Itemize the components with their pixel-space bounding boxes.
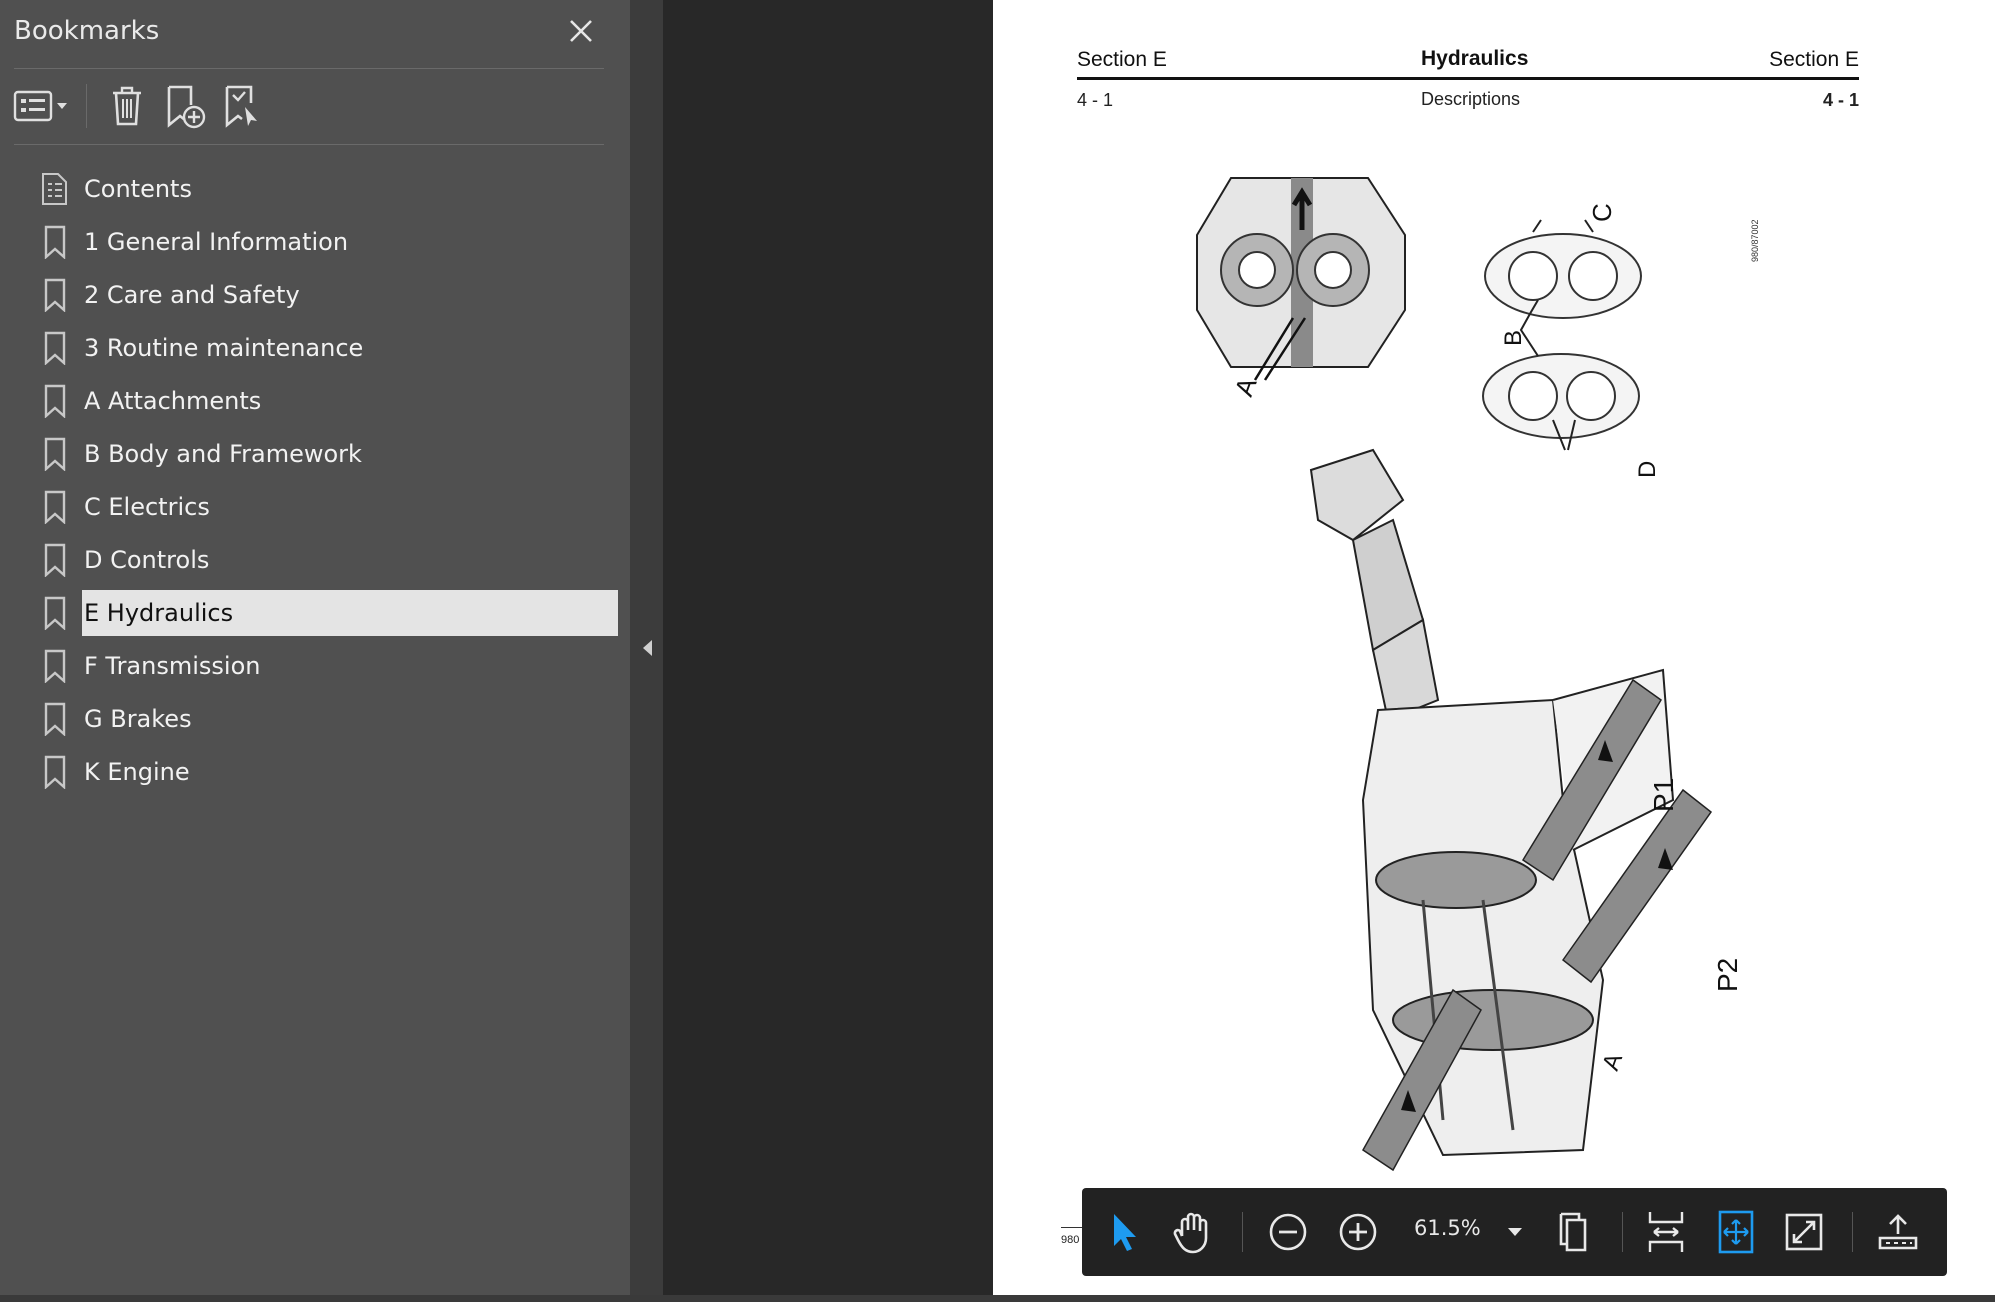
bookmark-item-care-and-safety[interactable]: 2 Care and Safety [0, 268, 630, 318]
bookmark-label: F Transmission [84, 652, 261, 680]
bookmarks-panel: Bookmarks Contents 1 General Information… [0, 0, 630, 1302]
bookmark-item-body-and-framework[interactable]: B Body and Framework [0, 427, 630, 477]
collapse-panel-icon[interactable] [640, 638, 654, 658]
bookmark-label: C Electrics [84, 493, 210, 521]
bookmark-properties-button[interactable] [215, 82, 271, 130]
bookmark-icon [40, 384, 70, 419]
figure-label-p2: P2 [1712, 958, 1743, 992]
gear-pump-section-diagram [1196, 177, 1406, 381]
bookmark-label: K Engine [84, 758, 190, 786]
fit-width-icon[interactable] [1644, 1206, 1688, 1258]
bookmark-icon [40, 649, 70, 684]
bookmark-icon [40, 278, 70, 313]
bookmark-label: B Body and Framework [84, 440, 362, 468]
hand-tool-icon[interactable] [1170, 1206, 1216, 1258]
bookmark-item-transmission[interactable]: F Transmission [0, 639, 630, 689]
bookmark-icon [40, 596, 70, 631]
document-page: Section E Hydraulics Section E 4 - 1 Des… [993, 0, 1995, 1295]
bookmark-label: 1 General Information [84, 228, 349, 256]
bookmark-label: G Brakes [84, 705, 192, 733]
toolbar-divider [86, 84, 87, 128]
bookmark-icon [40, 225, 70, 260]
bookmark-item-contents[interactable]: Contents [0, 162, 630, 212]
bookmark-label: A Attachments [84, 387, 262, 415]
bookmark-item-routine-maintenance[interactable]: 3 Routine maintenance [0, 321, 630, 371]
divider [14, 68, 604, 69]
bookmark-label: 2 Care and Safety [84, 281, 300, 309]
toolbar-divider [1242, 1212, 1243, 1252]
divider [14, 144, 604, 145]
bookmark-item-electrics[interactable]: C Electrics [0, 480, 630, 530]
document-viewport-background [663, 0, 993, 1302]
add-bookmark-button[interactable] [155, 82, 215, 130]
figure-label-b: B [1500, 330, 1527, 346]
status-strip [0, 1295, 1995, 1302]
bookmark-icon [40, 331, 70, 366]
full-screen-icon[interactable] [1782, 1206, 1826, 1258]
share-upload-icon[interactable] [1874, 1206, 1922, 1258]
figure-label-p1: P1 [1648, 778, 1679, 812]
bookmark-icon [40, 702, 70, 737]
fit-page-icon[interactable] [1714, 1206, 1758, 1258]
footer-code-fragment: 980 [1061, 1234, 1080, 1246]
zoom-dropdown-chevron-icon[interactable] [1500, 1206, 1530, 1258]
select-tool-icon[interactable] [1102, 1206, 1146, 1258]
page-view-icon[interactable] [1552, 1206, 1596, 1258]
contents-icon [40, 172, 70, 206]
bookmark-icon [40, 437, 70, 472]
options-menu-button[interactable] [12, 82, 72, 130]
panel-title: Bookmarks [14, 16, 160, 46]
delete-bookmark-button[interactable] [99, 82, 155, 130]
bookmark-item-general-information[interactable]: 1 General Information [0, 215, 630, 265]
bookmark-label: D Controls [84, 546, 210, 574]
figure-label-a-lower: A [1597, 1050, 1628, 1074]
hydraulic-pump-illustration: A C B D 980/87002 P1 P2 A [1196, 177, 1760, 1172]
bookmark-label: Contents [84, 175, 192, 203]
figure-code: 980/87002 [1750, 219, 1760, 262]
close-icon[interactable] [562, 12, 600, 50]
bookmark-item-controls[interactable]: D Controls [0, 533, 630, 583]
zoom-out-icon[interactable] [1266, 1206, 1310, 1258]
bookmark-item-brakes[interactable]: G Brakes [0, 692, 630, 742]
bookmarks-toolbar [12, 80, 271, 132]
toolbar-divider [1622, 1212, 1623, 1252]
bookmark-label: 3 Routine maintenance [84, 334, 364, 362]
bookmark-item-engine[interactable]: K Engine [0, 745, 630, 795]
zoom-level[interactable]: 61.5% [1414, 1216, 1481, 1240]
figure-label-d: D [1634, 461, 1661, 478]
bookmark-label: E Hydraulics [82, 590, 618, 636]
footer-rule [1061, 1227, 1083, 1228]
panel-splitter[interactable] [630, 0, 663, 1302]
bookmark-item-attachments[interactable]: A Attachments [0, 374, 630, 424]
toolbar-divider [1852, 1212, 1853, 1252]
bookmark-icon [40, 543, 70, 578]
floating-toolbar: 61.5% [1082, 1188, 1947, 1276]
bookmark-item-hydraulics[interactable]: E Hydraulics [0, 586, 630, 636]
bookmark-icon [40, 755, 70, 790]
bookmark-icon [40, 490, 70, 525]
zoom-in-icon[interactable] [1336, 1206, 1380, 1258]
figure-label-c: C [1587, 203, 1617, 222]
